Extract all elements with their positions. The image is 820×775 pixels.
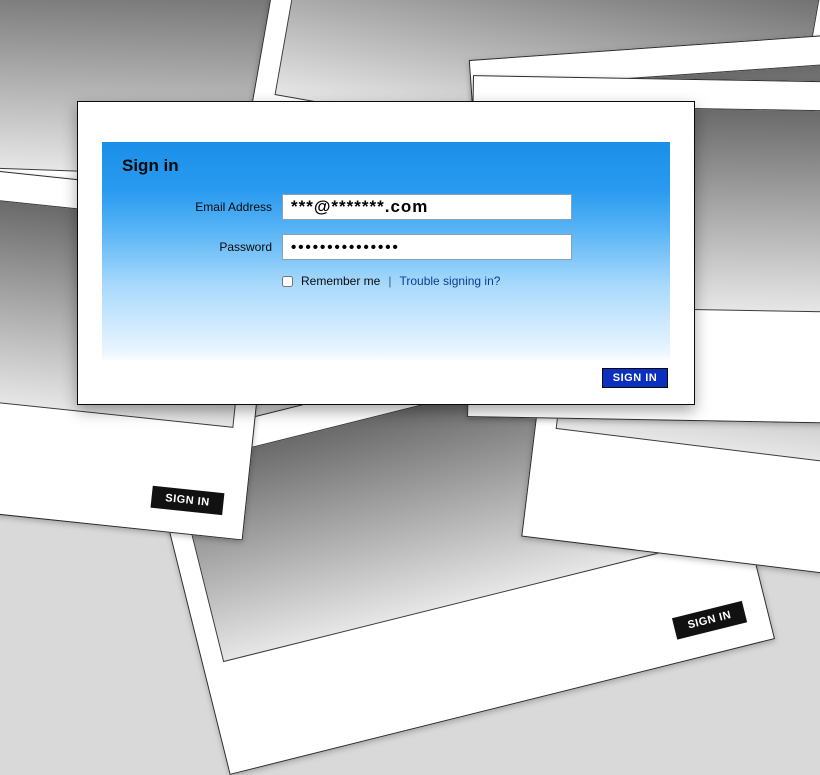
- email-row: Email Address: [122, 194, 650, 220]
- separator: |: [388, 274, 391, 288]
- trouble-link[interactable]: Trouble signing in?: [399, 274, 500, 288]
- background-signin-button: SIGN IN: [672, 601, 747, 640]
- signin-title: Sign in: [122, 156, 179, 176]
- remember-checkbox[interactable]: [282, 276, 293, 287]
- password-row: Password: [122, 234, 650, 260]
- helper-row: Remember me | Trouble signing in?: [282, 274, 650, 288]
- background-signin-button: SIGN IN: [151, 486, 225, 515]
- signin-button[interactable]: SIGN IN: [602, 368, 668, 388]
- signin-card: Sign in Email Address Password Remember …: [77, 101, 695, 405]
- signin-form: Email Address Password Remember me | Tro…: [122, 194, 650, 288]
- signin-panel: Sign in Email Address Password Remember …: [102, 142, 670, 362]
- remember-label: Remember me: [301, 274, 380, 288]
- email-field[interactable]: [282, 194, 572, 220]
- email-label: Email Address: [122, 200, 272, 214]
- password-label: Password: [122, 240, 272, 254]
- password-field[interactable]: [282, 234, 572, 260]
